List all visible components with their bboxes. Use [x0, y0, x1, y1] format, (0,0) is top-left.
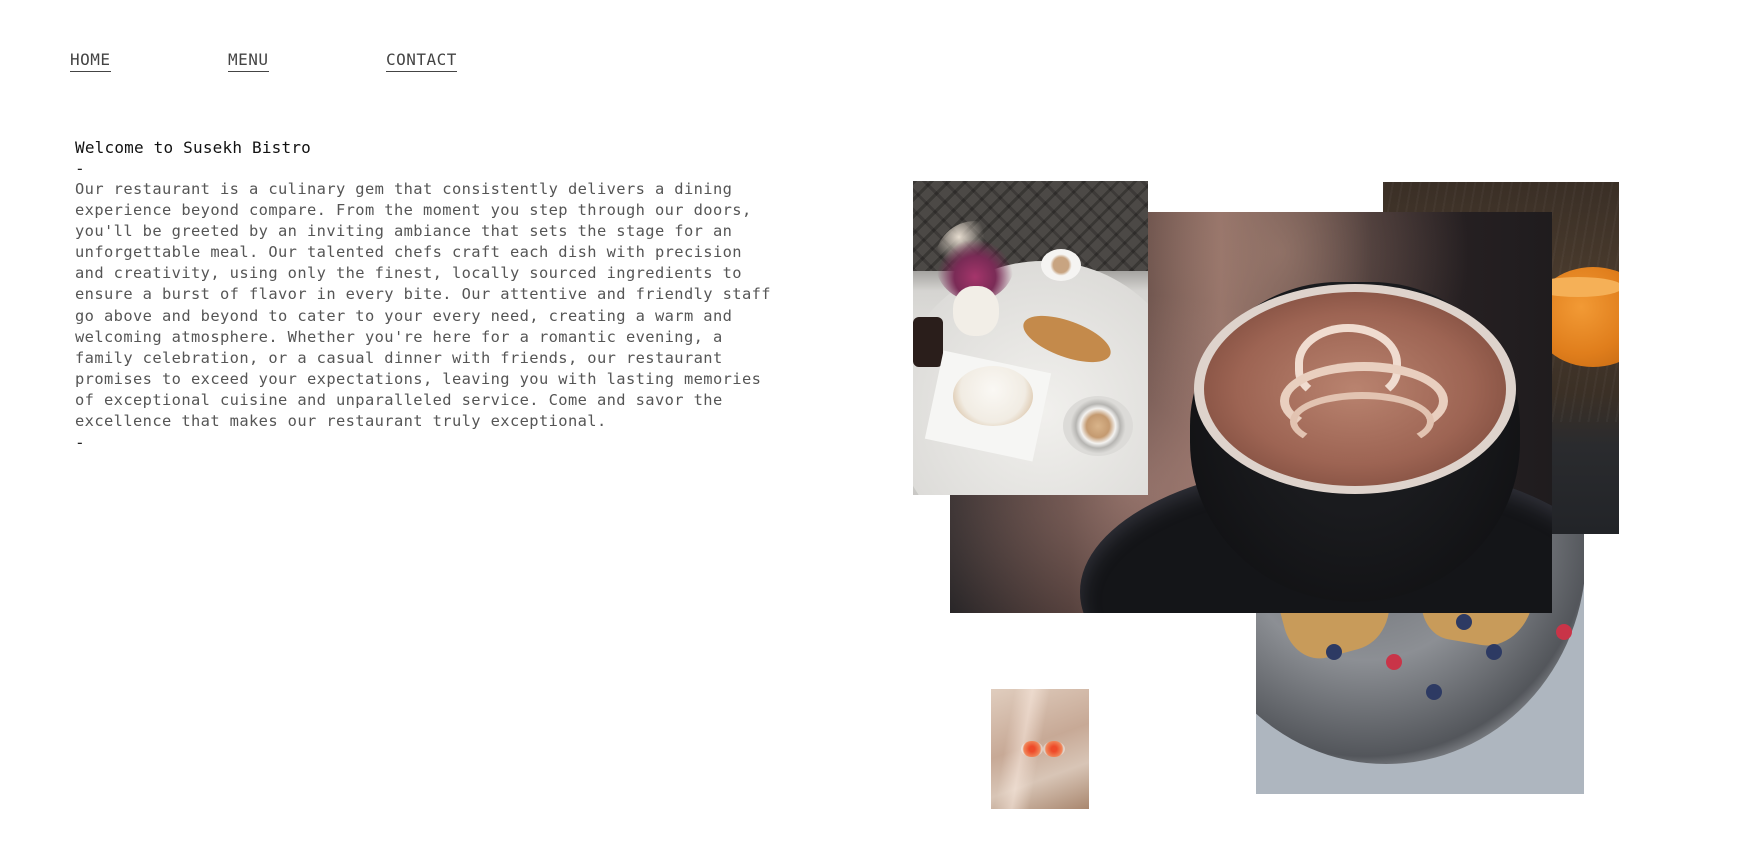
nav-menu-link[interactable]: MENU — [228, 50, 269, 72]
intro-section: Welcome to Susekh Bistro - Our restauran… — [75, 137, 795, 453]
page-title: Welcome to Susekh Bistro — [75, 138, 311, 157]
title-dash: - — [75, 159, 85, 178]
cocktail-drinks-photo — [991, 689, 1089, 809]
cafe-table-breakfast-photo — [913, 181, 1148, 495]
nav-home-link[interactable]: HOME — [70, 50, 111, 72]
closing-dash: - — [75, 433, 85, 453]
intro-paragraph: Our restaurant is a culinary gem that co… — [75, 180, 771, 431]
nav-contact-link[interactable]: CONTACT — [386, 50, 457, 72]
